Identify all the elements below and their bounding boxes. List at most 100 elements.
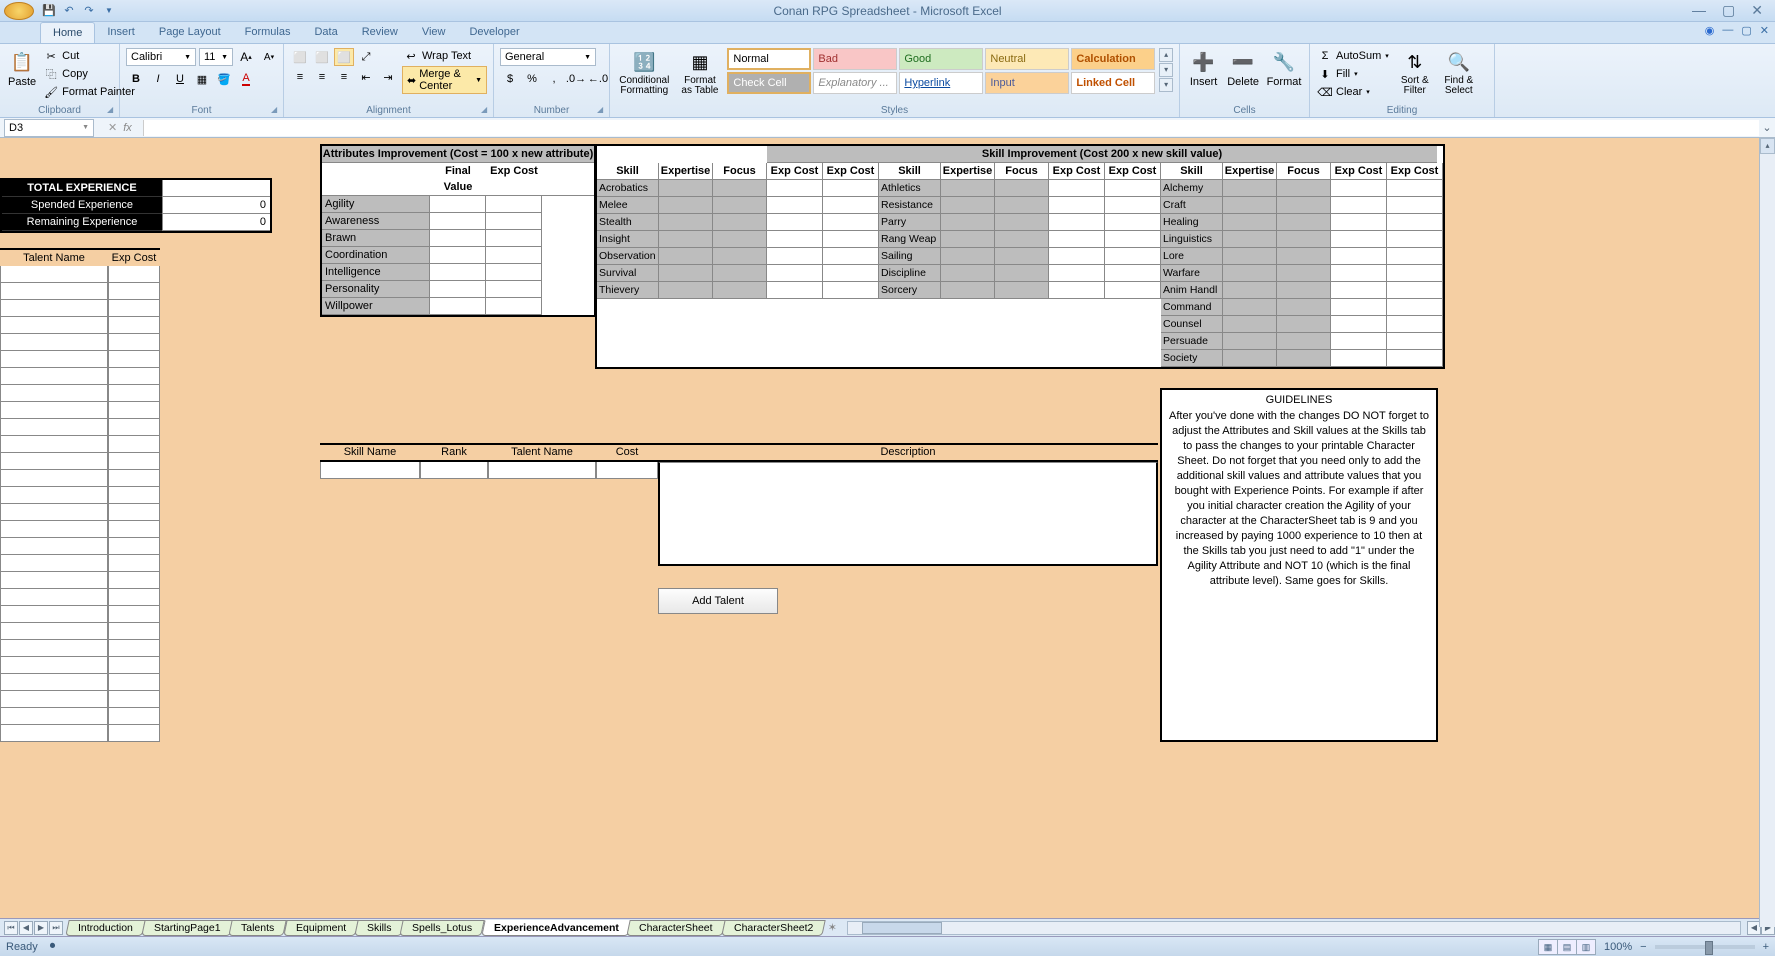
ribbon-tab-formulas[interactable]: Formulas (233, 22, 303, 43)
scroll-up-icon[interactable]: ▴ (1760, 138, 1775, 154)
skill-stat-cell[interactable] (713, 214, 767, 231)
skill-stat-cell[interactable] (713, 180, 767, 197)
talent-cost-cell[interactable] (108, 283, 160, 300)
talent-name-cell[interactable] (0, 402, 108, 419)
skill-stat-cell[interactable] (659, 265, 713, 282)
talent-name-cell[interactable] (0, 334, 108, 351)
ribbon-tab-view[interactable]: View (410, 22, 458, 43)
attr-expcost-cell[interactable] (486, 230, 542, 247)
talent-cost-cell[interactable] (108, 453, 160, 470)
ribbon-tab-home[interactable]: Home (40, 22, 95, 43)
skill-expcost-cell[interactable] (1387, 282, 1443, 299)
te-skillname-cell[interactable] (320, 462, 420, 479)
italic-button[interactable]: I (148, 70, 168, 88)
exp-value-cell[interactable] (162, 180, 270, 197)
autosum-button[interactable]: ΣAutoSum▾ (1316, 48, 1391, 64)
skill-expcost-cell[interactable] (1105, 197, 1161, 214)
launcher-icon[interactable]: ◢ (271, 105, 281, 115)
style-checkcell[interactable]: Check Cell (727, 72, 811, 94)
attr-expcost-cell[interactable] (486, 281, 542, 298)
skill-expcost-cell[interactable] (1387, 350, 1443, 367)
shrink-font-button[interactable]: A▾ (259, 48, 279, 66)
talent-name-cell[interactable] (0, 657, 108, 674)
font-color-button[interactable]: A (236, 70, 256, 88)
skill-expcost-cell[interactable] (1049, 180, 1105, 197)
skill-expcost-cell[interactable] (1331, 316, 1387, 333)
wrap-text-button[interactable]: ↩Wrap Text (402, 48, 487, 64)
talent-cost-cell[interactable] (108, 300, 160, 317)
scroll-up-icon[interactable]: ▴ (1159, 48, 1173, 62)
skill-expcost-cell[interactable] (1331, 299, 1387, 316)
talent-name-cell[interactable] (0, 453, 108, 470)
skill-expcost-cell[interactable] (1387, 197, 1443, 214)
underline-button[interactable]: U (170, 70, 190, 88)
skill-stat-cell[interactable] (1223, 282, 1277, 299)
skill-stat-cell[interactable] (941, 282, 995, 299)
format-as-table-button[interactable]: ▦Format as Table (677, 48, 724, 98)
undo-icon[interactable]: ↶ (60, 2, 78, 20)
attr-expcost-cell[interactable] (486, 213, 542, 230)
skill-expcost-cell[interactable] (1331, 197, 1387, 214)
skill-stat-cell[interactable] (713, 265, 767, 282)
cell-styles-gallery[interactable]: NormalBadGoodNeutralCalculationCheck Cel… (727, 48, 1155, 94)
exp-value-cell[interactable]: 0 (162, 197, 270, 214)
talent-cost-cell[interactable] (108, 368, 160, 385)
skill-stat-cell[interactable] (713, 231, 767, 248)
style-hyperlink[interactable]: Hyperlink (899, 72, 983, 94)
attr-finalvalue-cell[interactable] (430, 281, 486, 298)
talent-name-cell[interactable] (0, 300, 108, 317)
align-right-button[interactable]: ≡ (334, 68, 354, 86)
skill-stat-cell[interactable] (659, 282, 713, 299)
skill-stat-cell[interactable] (659, 231, 713, 248)
style-calculation[interactable]: Calculation (1071, 48, 1155, 70)
talent-cost-cell[interactable] (108, 674, 160, 691)
talent-cost-cell[interactable] (108, 725, 160, 742)
skill-stat-cell[interactable] (941, 265, 995, 282)
talent-cost-cell[interactable] (108, 317, 160, 334)
ribbon-tab-pagelayout[interactable]: Page Layout (147, 22, 233, 43)
office-button[interactable] (4, 2, 34, 20)
formula-input[interactable] (143, 120, 1759, 136)
doc-restore-icon[interactable]: ▢ (1741, 24, 1751, 37)
skill-stat-cell[interactable] (713, 197, 767, 214)
skill-stat-cell[interactable] (659, 197, 713, 214)
skill-expcost-cell[interactable] (823, 248, 879, 265)
grow-font-button[interactable]: A▴ (236, 48, 256, 66)
percent-button[interactable]: % (522, 70, 542, 88)
skill-expcost-cell[interactable] (1331, 265, 1387, 282)
attr-expcost-cell[interactable] (486, 298, 542, 315)
style-normal[interactable]: Normal (727, 48, 811, 70)
dec-decimal-button[interactable]: ←.0 (588, 70, 608, 88)
skill-expcost-cell[interactable] (767, 282, 823, 299)
style-explanatory[interactable]: Explanatory ... (813, 72, 897, 94)
talent-name-cell[interactable] (0, 623, 108, 640)
talent-cost-cell[interactable] (108, 538, 160, 555)
attr-expcost-cell[interactable] (486, 196, 542, 213)
skill-expcost-cell[interactable] (823, 197, 879, 214)
attr-finalvalue-cell[interactable] (430, 247, 486, 264)
skill-stat-cell[interactable] (995, 265, 1049, 282)
talent-cost-cell[interactable] (108, 589, 160, 606)
attr-finalvalue-cell[interactable] (430, 196, 486, 213)
sheet-tab-talents[interactable]: Talents (229, 920, 288, 936)
skill-expcost-cell[interactable] (1331, 333, 1387, 350)
talent-cost-cell[interactable] (108, 657, 160, 674)
skill-stat-cell[interactable] (1277, 333, 1331, 350)
font-name-combo[interactable]: Calibri▼ (126, 48, 196, 66)
skill-expcost-cell[interactable] (823, 282, 879, 299)
zoom-in-button[interactable]: + (1763, 941, 1769, 953)
skill-expcost-cell[interactable] (1105, 282, 1161, 299)
talent-cost-cell[interactable] (108, 572, 160, 589)
skill-expcost-cell[interactable] (1387, 265, 1443, 282)
sheet-tab-charactersheet[interactable]: CharacterSheet (627, 920, 726, 936)
talent-cost-cell[interactable] (108, 504, 160, 521)
sheet-tab-experienceadvancement[interactable]: ExperienceAdvancement (481, 920, 631, 936)
sheet-tab-startingpage1[interactable]: StartingPage1 (141, 920, 233, 936)
skill-stat-cell[interactable] (1223, 214, 1277, 231)
skill-stat-cell[interactable] (659, 180, 713, 197)
te-desc-cell[interactable] (658, 462, 1158, 566)
ribbon-tab-insert[interactable]: Insert (95, 22, 147, 43)
scroll-down-icon[interactable]: ▾ (1159, 63, 1173, 77)
skill-stat-cell[interactable] (941, 231, 995, 248)
sheet-tab-spells_lotus[interactable]: Spells_Lotus (400, 920, 486, 936)
